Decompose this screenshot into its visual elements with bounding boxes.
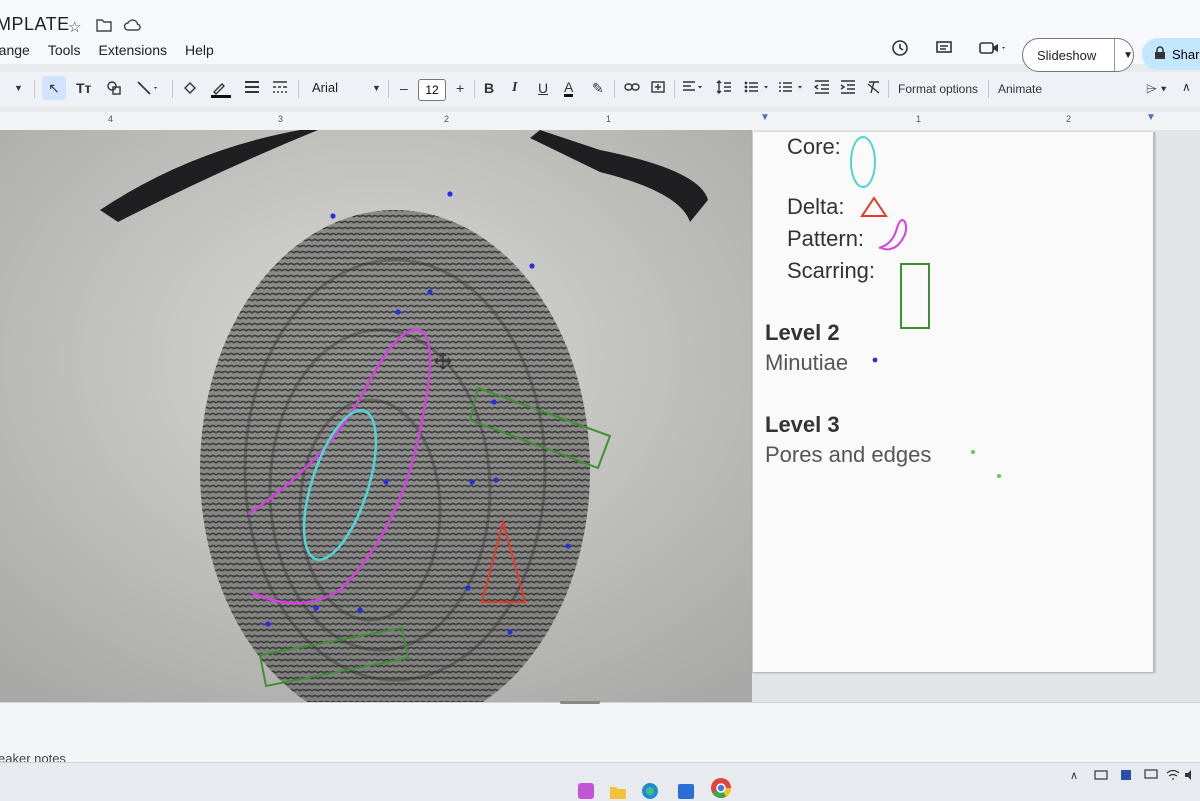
network-icon[interactable] xyxy=(1094,769,1108,781)
ruler-tick: 3 xyxy=(278,114,284,124)
pattern-legend-icon xyxy=(878,219,908,251)
volume-icon[interactable] xyxy=(1184,769,1198,781)
line-spacing-icon[interactable] xyxy=(716,80,732,97)
fill-color-icon[interactable] xyxy=(182,80,198,99)
speaker-notes[interactable]: eaker notes xyxy=(0,701,1200,766)
menu-bar: range Tools Extensions Help xyxy=(0,42,214,58)
taskbar: ∧ xyxy=(0,762,1200,801)
font-size-decrease[interactable]: – xyxy=(400,80,408,96)
select-arrow-icon[interactable]: ↖ xyxy=(42,76,66,100)
italic-button[interactable]: I xyxy=(512,80,517,96)
level3-heading: Level 3 xyxy=(765,412,840,437)
slideshow-label: Slideshow xyxy=(1037,47,1097,63)
doc-title[interactable]: MPLATE xyxy=(0,14,70,35)
animate-button[interactable]: Animate xyxy=(998,82,1042,96)
history-icon[interactable] xyxy=(890,38,910,63)
ruler-tick: 2 xyxy=(444,114,450,124)
folder-icon[interactable] xyxy=(608,781,628,801)
ruler-tick: 4 xyxy=(108,114,114,124)
ruler: 4 3 2 1 ▼ 1 2 ▼ xyxy=(0,112,1200,131)
font-size-input[interactable]: 12 xyxy=(418,79,446,101)
core-label: Core: xyxy=(787,134,841,159)
scarring-legend-icon xyxy=(900,263,930,329)
line-icon[interactable] xyxy=(136,80,162,99)
underline-button[interactable]: U xyxy=(538,80,548,96)
display-icon[interactable] xyxy=(1144,769,1158,781)
menu-tools[interactable]: Tools xyxy=(48,42,81,58)
chevron-down-icon[interactable]: ▼ xyxy=(372,83,381,93)
numbered-list-icon[interactable] xyxy=(778,80,806,97)
edge-icon[interactable] xyxy=(640,781,660,801)
delta-label: Delta: xyxy=(787,194,845,219)
chrome-icon[interactable] xyxy=(710,777,732,799)
border-color-icon[interactable] xyxy=(210,80,232,101)
slide-panel[interactable]: Core: Delta: Pattern: Scarring: Level 2 … xyxy=(752,132,1155,672)
ruler-tick: 1 xyxy=(606,114,612,124)
app-icon[interactable] xyxy=(576,781,596,801)
cloud-icon[interactable] xyxy=(123,18,142,36)
bulleted-list-icon[interactable] xyxy=(744,80,772,97)
fingerprint-image[interactable] xyxy=(0,130,752,702)
insert-comment-icon[interactable] xyxy=(650,80,666,99)
pores-legend-dot xyxy=(997,474,1001,478)
chevron-down-icon[interactable]: ▼ xyxy=(14,83,23,93)
wifi-icon[interactable] xyxy=(1166,769,1180,781)
level2-text: Minutiae xyxy=(765,350,849,375)
border-dash-icon[interactable] xyxy=(272,80,288,97)
core-legend-icon xyxy=(850,136,876,188)
tray-app-icon[interactable] xyxy=(1120,769,1132,781)
ruler-tick: 2 xyxy=(1066,114,1072,124)
video-call-icon[interactable] xyxy=(978,38,1008,63)
menu-extensions[interactable]: Extensions xyxy=(99,42,167,58)
scarring-label: Scarring: xyxy=(787,258,876,283)
slideshow-button[interactable]: Slideshow ▼ xyxy=(1022,38,1134,72)
collapse-icon[interactable]: ∧ xyxy=(1182,80,1191,94)
clear-format-icon[interactable] xyxy=(866,80,882,97)
format-options-button[interactable]: Format options xyxy=(898,82,978,96)
store-icon[interactable] xyxy=(676,781,696,801)
folder-move-icon[interactable] xyxy=(96,18,112,36)
notes-resize-handle[interactable] xyxy=(560,701,600,704)
level3-text: Pores and edges xyxy=(765,442,932,467)
pores-legend-dot xyxy=(971,450,975,454)
menu-arrange[interactable]: range xyxy=(0,42,30,58)
font-size-increase[interactable]: + xyxy=(456,80,464,96)
share-label: Share xyxy=(1172,46,1200,62)
indent-decrease-icon[interactable] xyxy=(813,80,830,97)
link-icon[interactable] xyxy=(624,80,640,96)
star-icon[interactable]: ☆ xyxy=(68,18,81,36)
chevron-down-icon[interactable]: ▼ xyxy=(1114,39,1133,71)
indent-marker[interactable]: ▼ xyxy=(760,112,770,123)
menu-help[interactable]: Help xyxy=(185,42,214,58)
minutiae-legend-dot xyxy=(872,357,878,363)
text-box-icon[interactable]: Tт xyxy=(76,80,91,96)
indent-marker[interactable]: ▼ xyxy=(1146,112,1156,123)
shape-icon[interactable] xyxy=(106,80,122,99)
bold-button[interactable]: B xyxy=(484,80,494,96)
level2-heading: Level 2 xyxy=(765,320,840,345)
border-weight-icon[interactable] xyxy=(244,80,260,97)
pattern-label: Pattern: xyxy=(787,226,865,251)
comment-icon[interactable] xyxy=(934,38,954,63)
lock-icon xyxy=(1154,45,1166,63)
toolbar: ▼ ↖ Tт ▼ – + B I U A ✎ Format options An… xyxy=(0,72,1200,106)
share-button[interactable]: Share xyxy=(1142,38,1200,70)
header-tools xyxy=(890,38,1008,63)
indent-increase-icon[interactable] xyxy=(840,80,856,97)
align-icon[interactable] xyxy=(682,80,704,97)
text-color-button[interactable]: A xyxy=(564,80,574,97)
font-family-select[interactable]: Arial xyxy=(312,80,338,95)
ruler-tick: 1 xyxy=(916,114,922,124)
highlight-icon[interactable]: ✎ xyxy=(592,80,604,97)
tray-expand-icon[interactable]: ∧ xyxy=(1070,769,1078,782)
pointer-icon[interactable]: ⌲ ▾ xyxy=(1146,80,1167,97)
